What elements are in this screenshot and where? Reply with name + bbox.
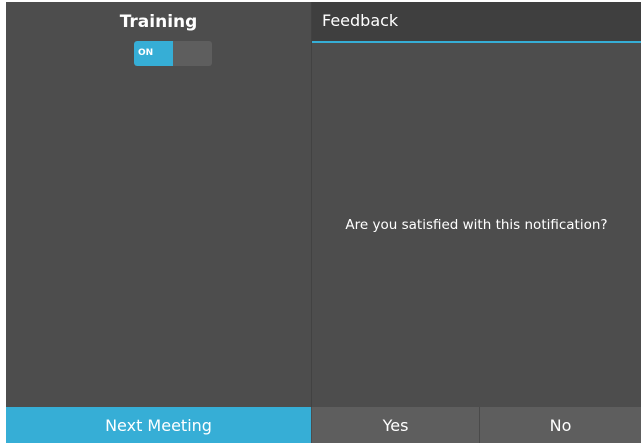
training-toggle[interactable]: ON bbox=[134, 41, 212, 66]
next-meeting-button[interactable]: Next Meeting bbox=[6, 407, 311, 443]
training-panel: Training ON bbox=[6, 2, 311, 407]
toggle-on-label: ON bbox=[134, 41, 173, 66]
feedback-question: Are you satisfied with this notification… bbox=[345, 217, 608, 233]
feedback-header: Feedback bbox=[312, 2, 641, 43]
yes-button[interactable]: Yes bbox=[312, 407, 480, 443]
feedback-panel: Feedback Are you satisfied with this not… bbox=[312, 2, 641, 407]
feedback-title: Feedback bbox=[322, 11, 399, 30]
app-window: Training ON Feedback Are you satisfied w… bbox=[6, 2, 641, 443]
no-button[interactable]: No bbox=[480, 407, 641, 443]
training-title: Training bbox=[119, 12, 198, 32]
